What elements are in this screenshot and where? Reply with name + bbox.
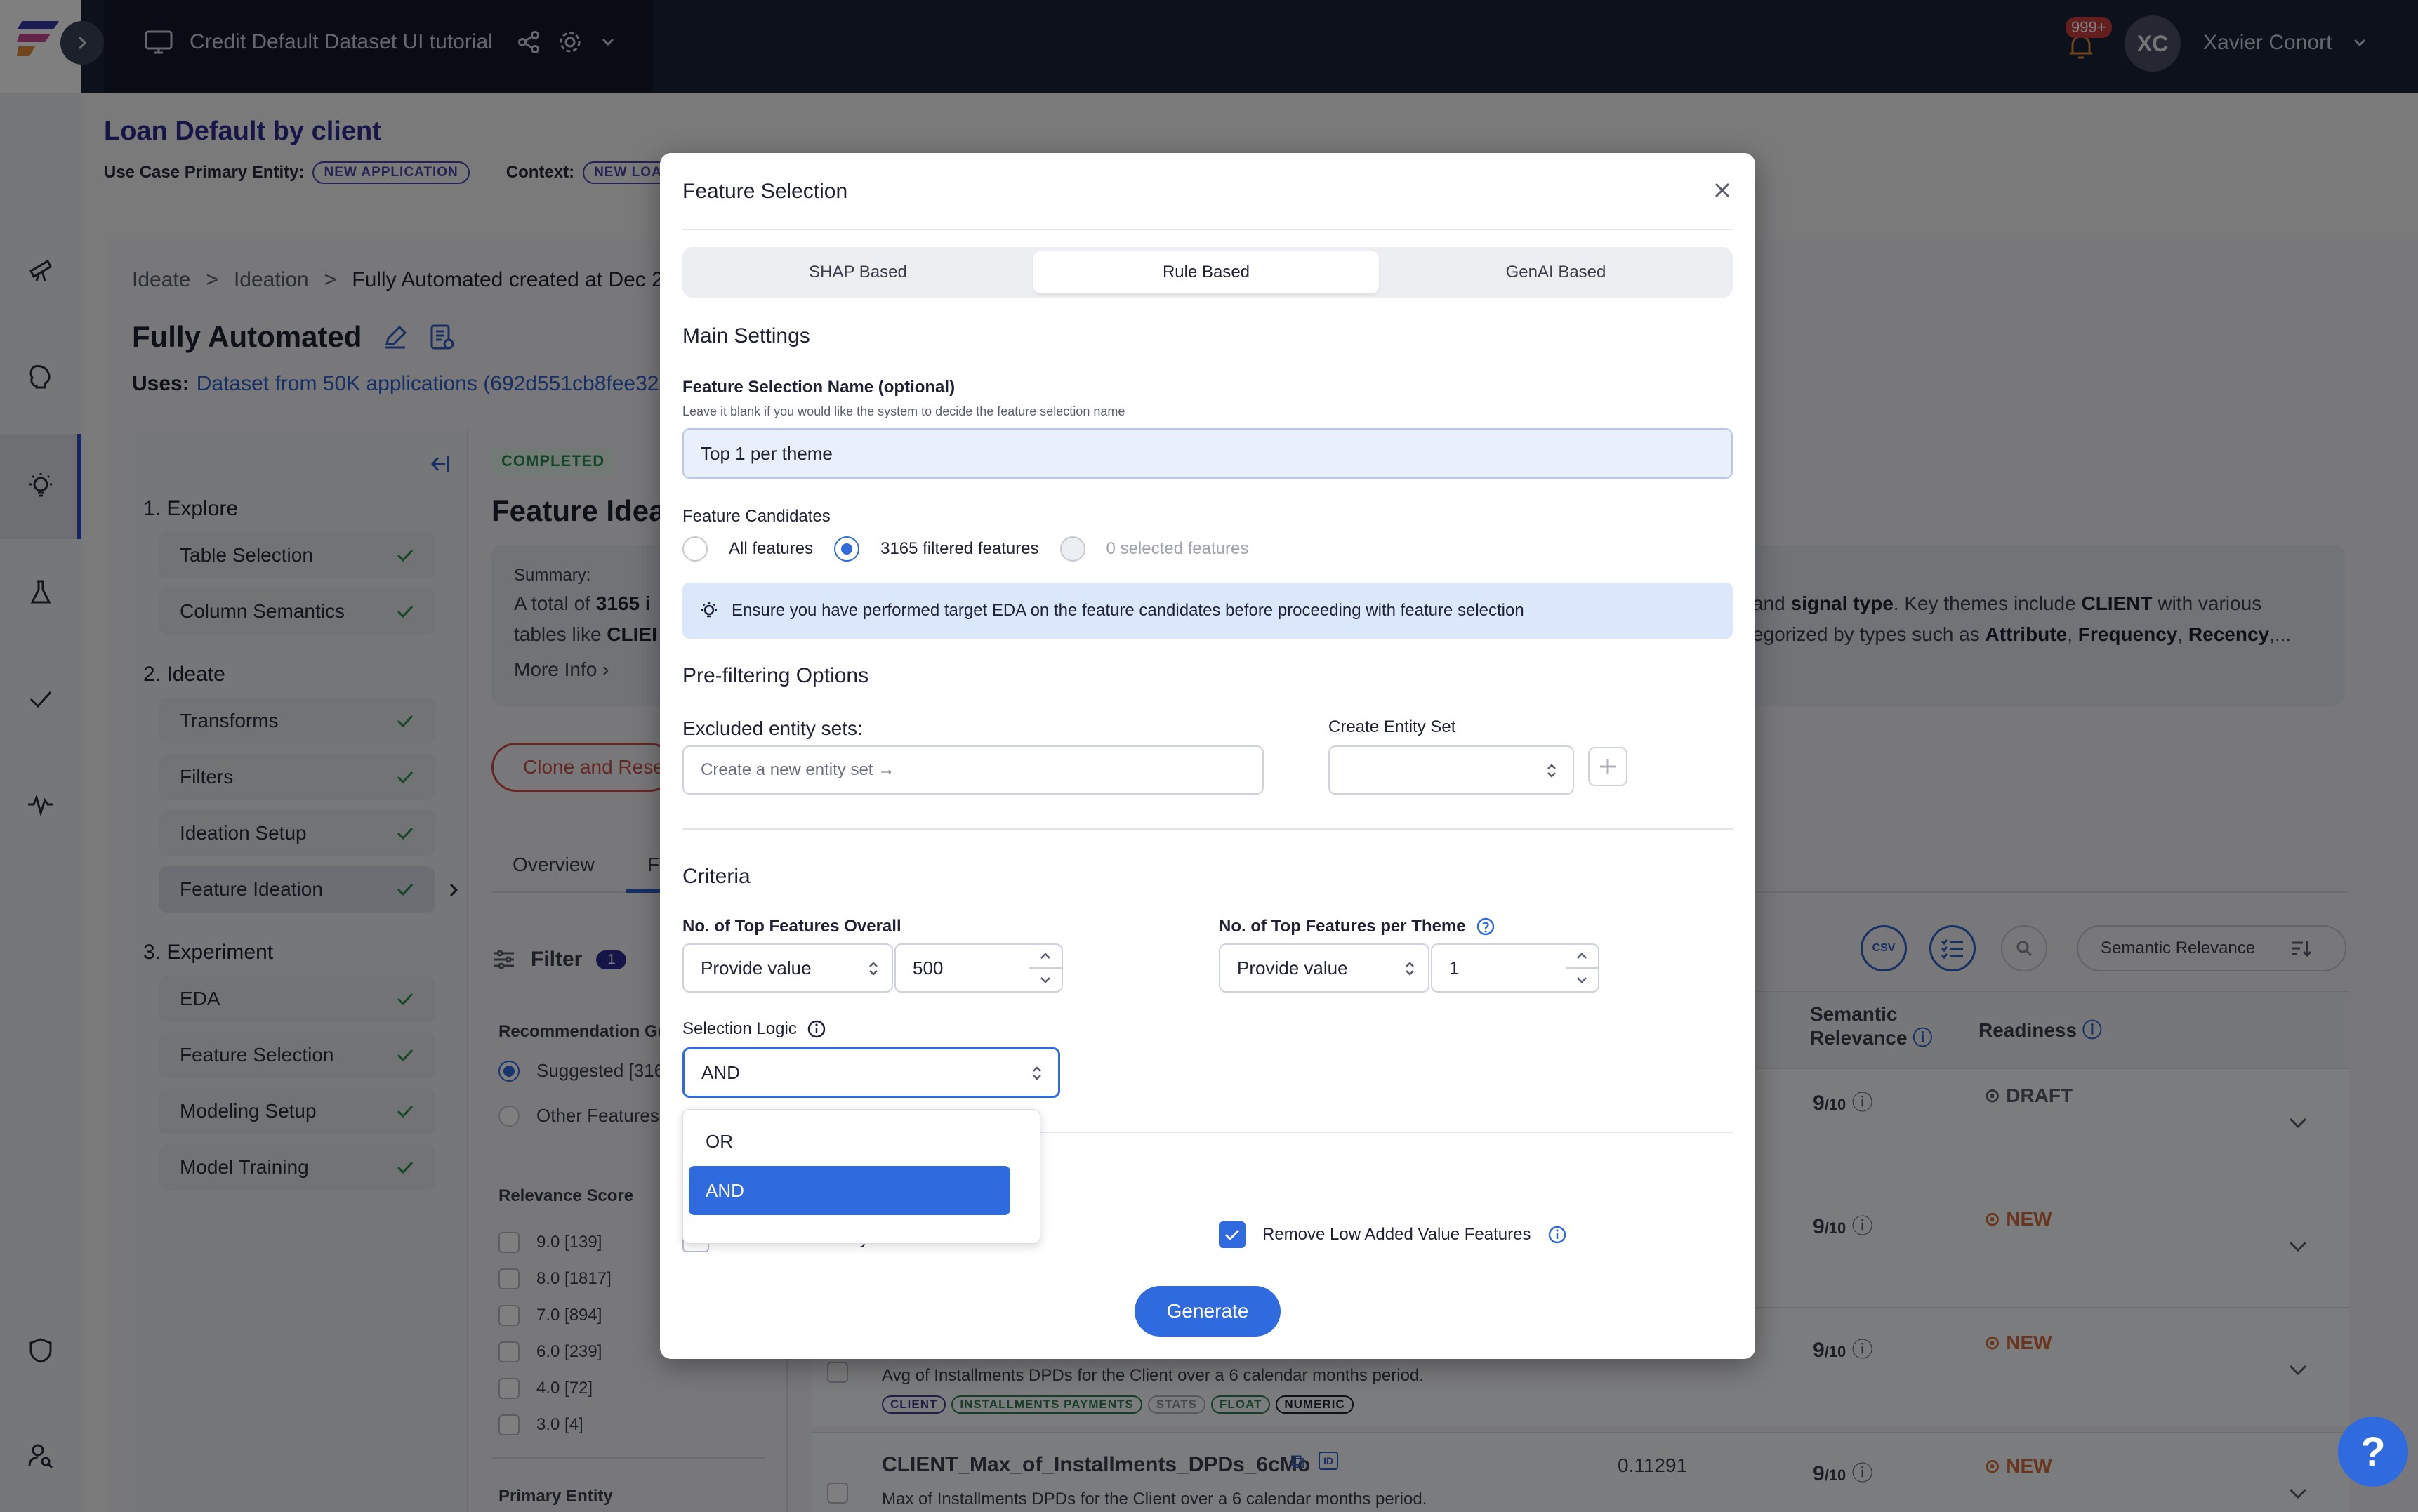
name-label: Feature Selection Name (optional): [682, 378, 956, 397]
info-icon[interactable]: [1547, 1225, 1567, 1245]
remove-low-value-label: Remove Low Added Value Features: [1262, 1225, 1531, 1244]
logic-label-row: Selection Logic: [682, 1019, 826, 1039]
sort-arrows-icon: [1033, 1066, 1041, 1080]
sort-arrows-icon: [869, 962, 878, 976]
modal-title: Feature Selection: [682, 180, 848, 203]
name-hint: Leave it blank if you would like the sys…: [682, 404, 1125, 418]
close-icon[interactable]: [1713, 181, 1731, 199]
top-theme-label: No. of Top Features per Theme: [1219, 917, 1466, 936]
candidate-selected-features: 0 selected features: [1059, 536, 1249, 562]
radio-button: [834, 536, 860, 562]
feature-selection-modal: Feature Selection SHAP Based Rule Based …: [660, 153, 1755, 1359]
decrement-button[interactable]: [1029, 969, 1062, 991]
remove-low-value-checkbox: [1219, 1221, 1246, 1248]
candidate-label: 3165 filtered features: [880, 539, 1039, 558]
add-entity-set-button[interactable]: [1588, 747, 1627, 786]
top-theme-stepper: [1566, 943, 1599, 993]
create-entity-select[interactable]: [1328, 745, 1574, 795]
excluded-entity-input[interactable]: Create a new entity set →: [682, 745, 1264, 795]
section-divider: [1011, 1132, 1733, 1133]
candidate-label: 0 selected features: [1106, 539, 1249, 558]
lightbulb-icon: [701, 602, 717, 618]
top-overall-label: No. of Top Features Overall: [682, 917, 901, 936]
chevron-down-icon: [1040, 977, 1050, 983]
increment-button[interactable]: [1566, 945, 1598, 969]
select-value: Provide value: [701, 957, 812, 979]
candidate-label: All features: [729, 539, 814, 558]
eda-notice: Ensure you have performed target EDA on …: [682, 583, 1733, 639]
top-overall-stepper: [1029, 943, 1063, 993]
radio-button: [682, 536, 708, 562]
prefilter-heading: Pre-filtering Options: [682, 664, 869, 687]
candidates-radio-group: All features 3165 filtered features 0 se…: [682, 536, 1248, 562]
decrement-button[interactable]: [1566, 969, 1598, 991]
chevron-up-icon: [1040, 953, 1050, 959]
menu-item-or[interactable]: OR: [689, 1117, 1034, 1166]
main-settings-heading: Main Settings: [682, 324, 810, 347]
eda-notice-text: Ensure you have performed target EDA on …: [732, 601, 1524, 620]
top-overall-mode-select[interactable]: Provide value: [682, 943, 893, 993]
method-tabs: SHAP Based Rule Based GenAI Based: [682, 247, 1733, 298]
chevron-down-icon: [1577, 977, 1587, 983]
select-value: Provide value: [1237, 957, 1348, 979]
checkmark-icon: [1224, 1229, 1240, 1241]
title-divider: [682, 229, 1733, 230]
generate-button[interactable]: Generate: [1135, 1286, 1281, 1337]
criteria-heading: Criteria: [682, 865, 751, 888]
selection-logic-menu: OR AND: [682, 1109, 1040, 1244]
candidate-all-features[interactable]: All features: [682, 536, 813, 562]
sort-arrows-icon: [1406, 962, 1414, 976]
tab-shap-based[interactable]: SHAP Based: [687, 251, 1029, 293]
selection-logic-select[interactable]: AND: [682, 1047, 1060, 1098]
chevron-up-icon: [1577, 953, 1587, 959]
help-button[interactable]: ?: [2338, 1417, 2408, 1487]
menu-item-and[interactable]: AND: [689, 1166, 1010, 1215]
logic-label: Selection Logic: [682, 1019, 797, 1038]
tab-genai-based[interactable]: GenAI Based: [1383, 251, 1729, 293]
sort-arrows-icon: [1547, 764, 1556, 778]
create-entity-label: Create Entity Set: [1328, 717, 1456, 736]
radio-button: [1059, 536, 1085, 562]
increment-button[interactable]: [1029, 945, 1062, 969]
info-icon[interactable]: [807, 1019, 826, 1039]
feature-selection-name-input[interactable]: Top 1 per theme: [682, 428, 1733, 479]
tab-rule-based[interactable]: Rule Based: [1033, 251, 1379, 293]
top-overall-value-input[interactable]: 500: [894, 943, 1031, 993]
help-icon[interactable]: [1476, 917, 1495, 936]
section-divider: [682, 828, 1733, 830]
excluded-label: Excluded entity sets:: [682, 717, 863, 739]
top-theme-label-row: No. of Top Features per Theme: [1219, 917, 1495, 936]
plus-icon: [1600, 759, 1616, 774]
remove-low-value-option[interactable]: Remove Low Added Value Features: [1219, 1221, 1567, 1248]
select-value: AND: [701, 1061, 740, 1083]
top-theme-value-input[interactable]: 1: [1431, 943, 1567, 993]
candidates-label: Feature Candidates: [682, 507, 831, 526]
top-theme-mode-select[interactable]: Provide value: [1219, 943, 1429, 993]
candidate-filtered-features[interactable]: 3165 filtered features: [834, 536, 1039, 562]
